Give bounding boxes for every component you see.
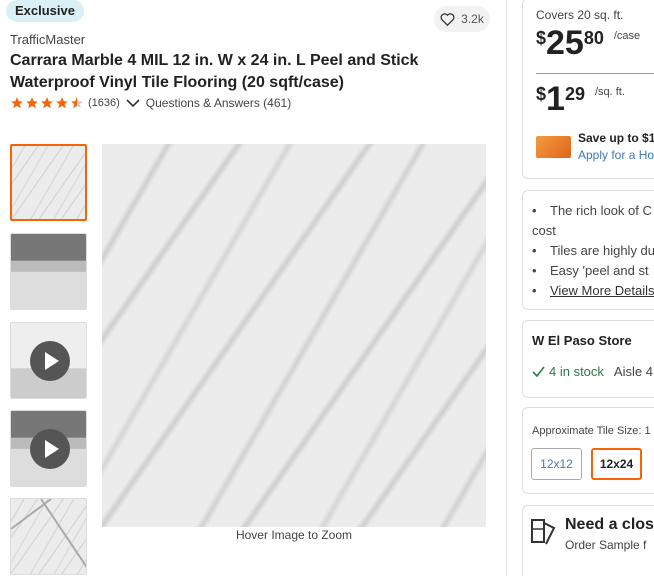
order-sample-link[interactable]: Order Sample f bbox=[565, 538, 646, 552]
case-price-cents: 80 bbox=[583, 28, 604, 48]
star-rating[interactable] bbox=[10, 96, 84, 110]
favorite-count: 3.2k bbox=[461, 12, 484, 26]
product-page: Exclusive 3.2k TrafficMaster Carrara Mar… bbox=[0, 0, 654, 576]
promo-headline: Save up to $1 bbox=[578, 131, 654, 145]
thumbnail-room-scene[interactable] bbox=[10, 233, 87, 310]
highlight-item: • Tiles are highly du bbox=[532, 243, 654, 258]
thumbnail-video[interactable] bbox=[10, 410, 87, 487]
unit-price-cents: 29 bbox=[564, 84, 585, 104]
star-icon bbox=[56, 97, 68, 109]
unit-price-unit: /sq. ft. bbox=[594, 86, 625, 98]
main-product-image[interactable] bbox=[102, 144, 486, 527]
case-price: $ 25 80 /case bbox=[536, 24, 640, 62]
tile-size-label: Approximate Tile Size: 1 bbox=[532, 425, 651, 437]
column-divider bbox=[506, 0, 507, 576]
stock-count: 4 in stock bbox=[549, 364, 604, 379]
highlight-item-continuation: cost bbox=[532, 223, 556, 238]
star-icon bbox=[41, 97, 53, 109]
play-icon bbox=[30, 341, 70, 381]
star-icon bbox=[11, 97, 23, 109]
price-separator bbox=[536, 73, 654, 74]
play-icon bbox=[30, 429, 70, 469]
rating-row: (1636) Questions & Answers (461) bbox=[10, 96, 291, 110]
product-title: Carrara Marble 4 MIL 12 in. W x 24 in. L… bbox=[10, 52, 419, 91]
view-more-item: • View More Details bbox=[532, 283, 654, 298]
case-price-unit: /case bbox=[613, 30, 641, 42]
unit-price-currency: $ bbox=[536, 84, 547, 104]
case-price-dollars: 25 bbox=[546, 24, 584, 62]
tile-seam-lines bbox=[11, 499, 86, 568]
unit-price-dollars: 1 bbox=[546, 80, 565, 118]
highlights-list: • The rich look of C cost • Tiles are high… bbox=[532, 201, 654, 301]
case-price-currency: $ bbox=[536, 28, 547, 48]
unit-price: $ 1 29 /sq. ft. bbox=[536, 80, 625, 118]
highlight-item: • The rich look of C bbox=[532, 203, 652, 218]
heart-icon bbox=[440, 13, 455, 26]
thumbnail-video[interactable] bbox=[10, 322, 87, 399]
review-count[interactable]: (1636) bbox=[88, 97, 120, 109]
size-option-12x12[interactable]: 12x12 bbox=[531, 448, 582, 480]
thumbnail-marble-detail[interactable] bbox=[10, 498, 87, 575]
star-icon bbox=[26, 97, 38, 109]
check-icon bbox=[532, 366, 545, 377]
size-option-12x24[interactable]: 12x24 bbox=[591, 448, 642, 480]
exclusive-badge: Exclusive bbox=[6, 0, 84, 22]
store-name[interactable]: W El Paso Store bbox=[532, 333, 632, 348]
highlight-item: • Easy 'peel and st bbox=[532, 263, 649, 278]
thumbnail-marble-swatch[interactable] bbox=[10, 144, 87, 221]
favorite-button[interactable]: 3.2k bbox=[434, 6, 490, 32]
questions-answers-link[interactable]: Questions & Answers (461) bbox=[146, 96, 291, 110]
stock-status: 4 in stock Aisle 4 bbox=[532, 364, 653, 379]
view-more-details-link[interactable]: View More Details bbox=[550, 283, 654, 298]
apply-credit-link[interactable]: Apply for a Ho bbox=[578, 148, 654, 162]
sample-title: Need a clos bbox=[565, 516, 654, 533]
aisle-location: Aisle 4 bbox=[613, 364, 653, 379]
store-card bbox=[522, 320, 654, 398]
coverage-text: Covers 20 sq. ft. bbox=[536, 8, 624, 22]
sample-swatch-icon bbox=[531, 519, 556, 545]
half-star-icon bbox=[71, 97, 83, 109]
chevron-down-icon[interactable] bbox=[126, 98, 140, 108]
zoom-hint: Hover Image to Zoom bbox=[235, 528, 353, 542]
brand-name[interactable]: TrafficMaster bbox=[10, 32, 85, 47]
credit-card-icon bbox=[536, 136, 571, 158]
